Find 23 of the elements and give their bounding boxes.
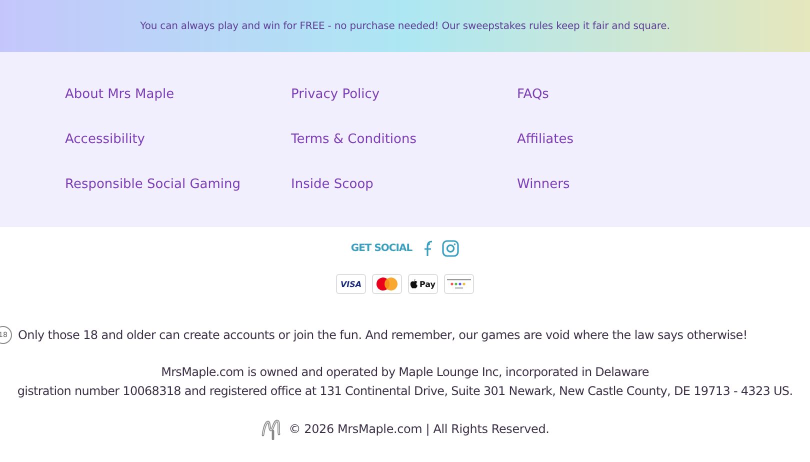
apple-icon xyxy=(410,279,418,289)
footer-link[interactable]: Affiliates xyxy=(517,132,574,147)
footer-link[interactable]: Responsible Social Gaming xyxy=(65,177,241,192)
social-label: GET SOCIAL xyxy=(350,242,412,254)
mastercard-card xyxy=(372,274,402,294)
age-notice: Only those 18 and older can create accounts or join the fun. And remember, our games are void where the law says otherwise! xyxy=(18,328,748,342)
bank-transfer-card xyxy=(444,274,474,294)
promo-text: You can always play and win for FREE - no purchase needed! Our sweepstakes rules keep it fair and square. xyxy=(140,20,670,32)
footer-link[interactable]: Winners xyxy=(517,177,570,192)
visa-card: VISA xyxy=(336,274,366,294)
copyright-text: © 2026 MrsMaple.com | All Rights Reserved. xyxy=(288,422,550,436)
footer-link[interactable]: FAQs xyxy=(517,87,549,102)
instagram-icon[interactable] xyxy=(442,240,460,256)
footer-link[interactable]: Terms & Conditions xyxy=(291,132,416,147)
footer-link[interactable]: Accessibility xyxy=(65,132,145,147)
facebook-icon[interactable] xyxy=(422,240,434,256)
company-info: gistration number 10068318 and registered office at 131 Continental Drive, Suite 301 Newark, New Castle County, DE 19713 - 4323 US. xyxy=(17,383,793,400)
company-info: MrsMaple.com is owned and operated by Maple Lounge Inc, incorporated in Delaware xyxy=(161,364,649,381)
footer-link[interactable]: Privacy Policy xyxy=(291,87,380,102)
apple-pay-card: Pay xyxy=(408,274,438,294)
footer-link[interactable]: About Mrs Maple xyxy=(65,87,174,102)
logo-icon xyxy=(260,418,283,440)
footer-link[interactable]: Inside Scoop xyxy=(291,177,374,192)
